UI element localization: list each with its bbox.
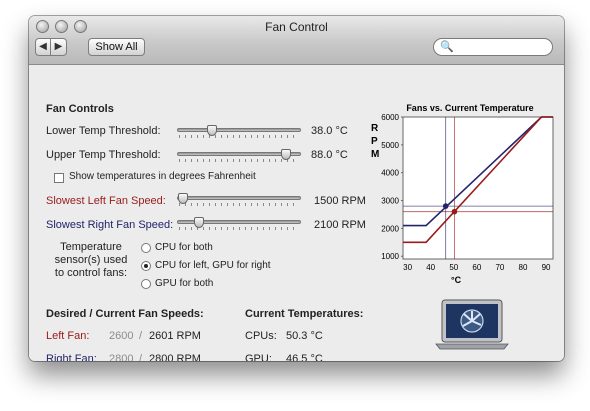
right-fan-speed-slider[interactable] bbox=[177, 217, 301, 231]
current-point-marker bbox=[451, 208, 458, 215]
fan-speeds-heading: Desired / Current Fan Speeds: bbox=[46, 308, 204, 320]
lower-threshold-label: Lower Temp Threshold: bbox=[46, 125, 161, 137]
sensor-option-label: CPU for left, GPU for right bbox=[155, 260, 271, 271]
x-tick-label: 50 bbox=[449, 263, 458, 272]
y-tick-label: 1000 bbox=[381, 252, 399, 261]
forward-button[interactable]: ▶ bbox=[51, 38, 67, 56]
lower-threshold-value: 38.0 °C bbox=[311, 125, 348, 137]
right-fan-label: Right Fan: bbox=[46, 353, 97, 361]
chart-plot-area bbox=[402, 116, 554, 260]
left-fan-label: Left Fan: bbox=[46, 330, 90, 342]
fan-controls-heading: Fan Controls bbox=[46, 103, 114, 115]
cpu-temp-value: 50.3 °C bbox=[286, 330, 323, 342]
speed-separator: / bbox=[139, 353, 143, 361]
right-fan-speed-value: 2100 RPM bbox=[314, 219, 366, 231]
search-icon: 🔍 bbox=[440, 41, 454, 53]
x-axis-label: °C bbox=[451, 275, 462, 283]
sensor-radio-cpu-gpu[interactable] bbox=[141, 261, 151, 271]
fan-control-window: Fan Control ◀ ▶ Show All 🔍 Fan Controls … bbox=[29, 16, 564, 361]
x-tick-label: 60 bbox=[472, 263, 481, 272]
left-fan-current: 2601 RPM bbox=[149, 330, 201, 342]
gpu-temp-value: 46.5 °C bbox=[286, 353, 323, 361]
y-axis-label-letter: R bbox=[371, 123, 379, 134]
fahrenheit-checkbox[interactable] bbox=[54, 173, 64, 183]
sensor-radio-cpu-both[interactable] bbox=[141, 243, 151, 253]
right-fan-speed-label: Slowest Right Fan Speed: bbox=[46, 219, 174, 231]
y-tick-label: 5000 bbox=[381, 141, 399, 150]
gpu-temp-label: GPU: bbox=[245, 353, 272, 361]
sensor-radio-gpu-both[interactable] bbox=[141, 279, 151, 289]
title-bar: Fan Control ◀ ▶ Show All 🔍 bbox=[29, 16, 564, 65]
lower-threshold-slider[interactable] bbox=[177, 125, 301, 139]
upper-threshold-slider[interactable] bbox=[177, 149, 301, 163]
preferences-pane: Fan Controls Lower Temp Threshold: 38.0 … bbox=[29, 65, 564, 361]
upper-threshold-label: Upper Temp Threshold: bbox=[46, 149, 161, 161]
right-fan-desired: 2800 bbox=[109, 353, 134, 361]
sensor-label-line: to control fans: bbox=[54, 267, 128, 279]
cpu-temp-label: CPUs: bbox=[245, 330, 277, 342]
sensor-label-line: sensor(s) used bbox=[54, 254, 128, 266]
x-tick-label: 80 bbox=[519, 263, 528, 272]
x-tick-label: 90 bbox=[542, 263, 551, 272]
y-tick-label: 4000 bbox=[381, 169, 399, 178]
y-tick-label: 3000 bbox=[381, 197, 399, 206]
left-fan-speed-value: 1500 RPM bbox=[314, 195, 366, 207]
upper-threshold-value: 88.0 °C bbox=[311, 149, 348, 161]
speed-separator: / bbox=[139, 330, 143, 342]
left-fan-speed-slider[interactable] bbox=[177, 193, 301, 207]
sensor-option-label: GPU for both bbox=[155, 278, 214, 289]
x-tick-label: 40 bbox=[426, 263, 435, 272]
y-tick-label: 6000 bbox=[381, 113, 399, 122]
right-fan-current: 2800 RPM bbox=[149, 353, 201, 361]
slider-thumb[interactable] bbox=[206, 125, 217, 136]
left-fan-speed-label: Slowest Left Fan Speed: bbox=[46, 195, 166, 207]
sensor-label: Temperature sensor(s) used to control fa… bbox=[51, 241, 131, 280]
fahrenheit-label: Show temperatures in degrees Fahrenheit bbox=[69, 171, 256, 182]
chart-title: Fans vs. Current Temperature bbox=[406, 103, 533, 113]
current-point-marker bbox=[442, 203, 449, 209]
left-fan-desired: 2600 bbox=[109, 330, 134, 342]
search-input[interactable]: 🔍 bbox=[433, 38, 553, 56]
x-tick-label: 70 bbox=[495, 263, 504, 272]
window-title: Fan Control bbox=[265, 20, 328, 34]
y-axis-label-letter: P bbox=[371, 136, 378, 147]
show-all-button[interactable]: Show All bbox=[88, 38, 145, 56]
fans-vs-temperature-chart: Fans vs. Current Temperature RPM 1000 2000 3… bbox=[371, 103, 554, 283]
macbook-icon bbox=[435, 299, 509, 350]
x-tick-label: 30 bbox=[403, 263, 412, 272]
sensor-label-line: Temperature bbox=[60, 241, 122, 253]
sensor-option-label: CPU for both bbox=[155, 242, 213, 253]
back-button[interactable]: ◀ bbox=[35, 38, 51, 56]
y-tick-label: 2000 bbox=[381, 224, 399, 233]
temperatures-heading: Current Temperatures: bbox=[245, 308, 364, 320]
y-axis-label-letter: M bbox=[371, 149, 379, 160]
